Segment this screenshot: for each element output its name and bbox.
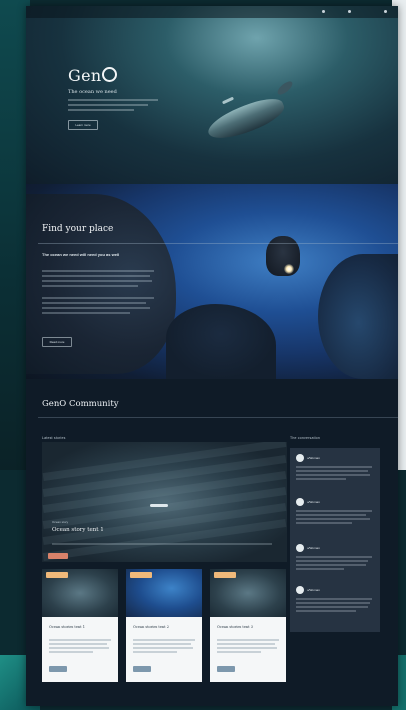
comment-author[interactable]: u/Woman <box>307 588 320 592</box>
story-excerpt <box>52 543 272 545</box>
latest-stories-label: Latest stories <box>42 436 66 440</box>
section-subtitle: The ocean we need will need you as well <box>42 252 120 257</box>
logo-text: Gen <box>68 66 102 85</box>
avatar <box>296 544 304 552</box>
diver-light-image <box>284 264 294 274</box>
card-title[interactable]: Ocean stories tent 1 <box>49 625 85 629</box>
section-body-text <box>42 270 154 317</box>
comment-text <box>296 510 372 526</box>
comment-author[interactable]: u/Woman <box>307 546 320 550</box>
hero-cta-button[interactable]: Learn more <box>68 120 98 130</box>
story-date <box>52 536 53 540</box>
avatar <box>296 454 304 462</box>
story-tag[interactable] <box>48 553 68 559</box>
conversation-label: The conversation <box>290 436 321 440</box>
comment-text <box>296 466 372 482</box>
comment-item[interactable]: u/Woman <box>296 454 374 494</box>
divider <box>38 243 398 244</box>
comment-text <box>296 598 372 614</box>
comment-author[interactable]: u/Woman <box>307 456 320 460</box>
comment-item[interactable]: u/Woman <box>296 498 374 538</box>
card-button[interactable] <box>133 666 151 672</box>
reef-image <box>166 304 276 379</box>
whale-image <box>204 91 288 147</box>
card-tag <box>214 572 236 578</box>
hero-description <box>68 99 158 114</box>
nav-icon[interactable] <box>322 10 325 13</box>
avatar <box>296 498 304 506</box>
top-nav-bar <box>26 6 398 18</box>
logo-ring-icon <box>102 67 118 82</box>
card-title[interactable]: Ocean stories tent 3 <box>217 625 253 629</box>
page-preview: Gen The ocean we need Learn more Find yo… <box>26 6 398 706</box>
divider <box>38 417 398 418</box>
comment-item[interactable]: u/Woman <box>296 586 374 626</box>
read-more-button[interactable]: Read more <box>42 337 72 347</box>
featured-story[interactable]: Ocean story Ocean story tent 1 <box>42 442 287 562</box>
story-meta: Ocean story <box>52 520 69 524</box>
diver-image <box>221 96 235 105</box>
comment-item[interactable]: u/Woman <box>296 544 374 584</box>
site-logo[interactable]: Gen <box>68 66 118 85</box>
card-excerpt <box>49 639 111 655</box>
menu-icon[interactable] <box>384 10 387 13</box>
card-date <box>133 632 134 635</box>
hero-tagline: The ocean we need <box>68 89 117 95</box>
comment-author[interactable]: u/Woman <box>307 500 320 504</box>
card-excerpt <box>133 639 195 655</box>
story-card[interactable]: Ocean stories tent 1 <box>42 569 118 682</box>
story-cards: Ocean stories tent 1 Ocean stories tent … <box>42 569 287 687</box>
hero-section: Gen The ocean we need Learn more <box>26 6 398 184</box>
story-card[interactable]: Ocean stories tent 3 <box>210 569 286 682</box>
card-date <box>49 632 50 635</box>
scuba-diver-image <box>266 236 300 276</box>
fish-image <box>150 504 168 507</box>
whale-tail-image <box>275 79 295 97</box>
story-card[interactable]: Ocean stories tent 2 <box>126 569 202 682</box>
card-button[interactable] <box>49 666 67 672</box>
section-title: Find your place <box>42 224 114 234</box>
conversation-panel: u/Woman u/Woman u/Woman u/Woman <box>290 448 380 632</box>
find-your-place-section: Find your place The ocean we need will n… <box>26 184 398 379</box>
story-title[interactable]: Ocean story tent 1 <box>52 527 104 533</box>
card-tag <box>46 572 68 578</box>
card-tag <box>130 572 152 578</box>
nav-icon[interactable] <box>348 10 351 13</box>
card-date <box>217 632 218 635</box>
card-title[interactable]: Ocean stories tent 2 <box>133 625 169 629</box>
reef-image <box>318 254 398 379</box>
community-title: GenO Community <box>42 399 119 409</box>
card-button[interactable] <box>217 666 235 672</box>
comment-text <box>296 556 372 572</box>
card-excerpt <box>217 639 279 655</box>
avatar <box>296 586 304 594</box>
